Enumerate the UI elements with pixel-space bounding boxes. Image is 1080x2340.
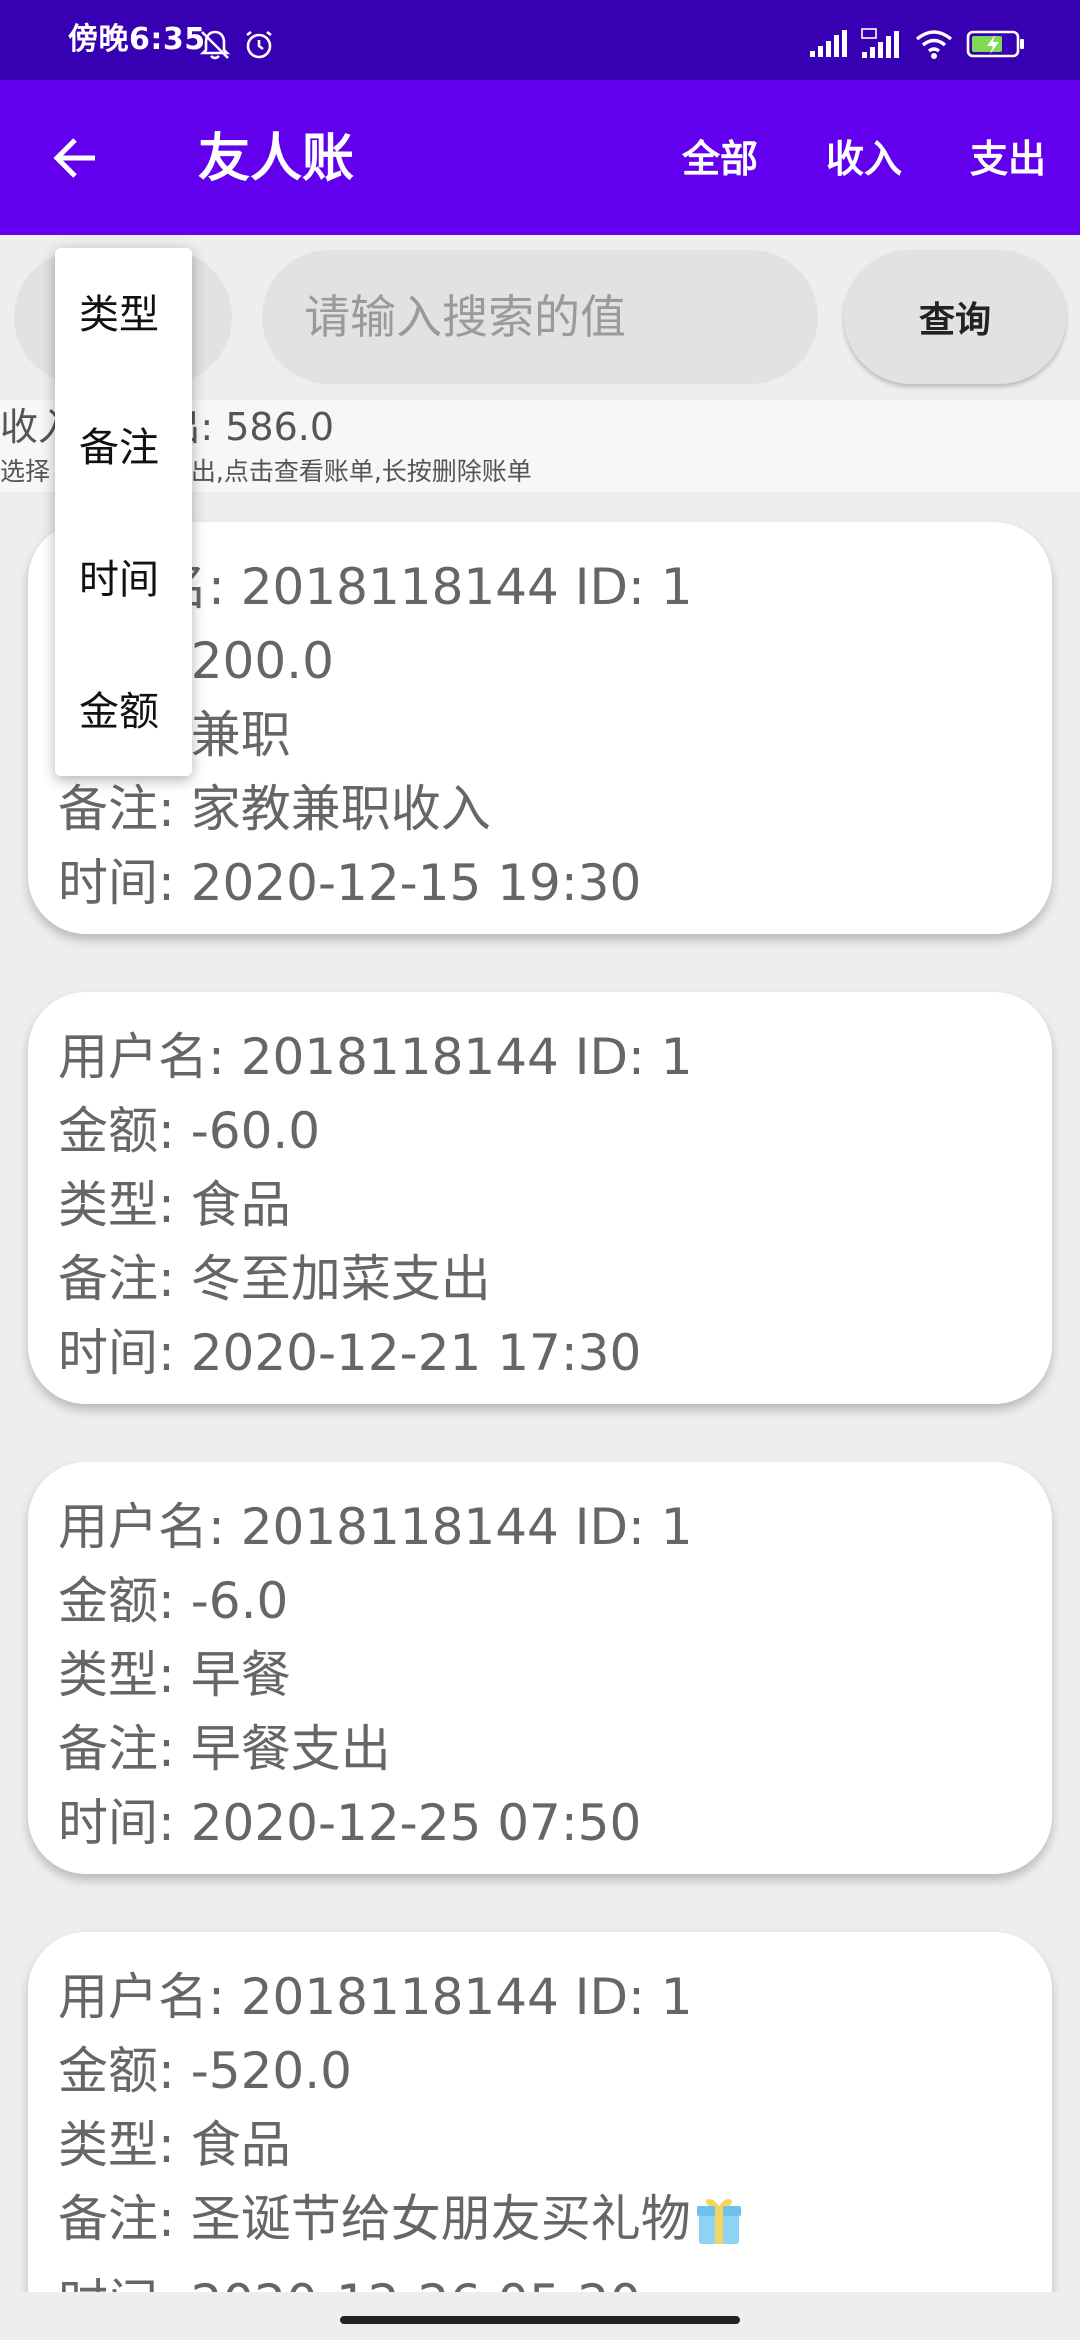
- status-right-icons: [808, 28, 1026, 60]
- bill-time: 时间: 2020-12-25 07:50: [58, 1794, 642, 1852]
- app-bar: 友人账 全部 收入 支出: [0, 80, 1080, 235]
- bill-note: 备注: 圣诞节给女朋友买礼物: [58, 2190, 691, 2248]
- bill-type: 类型: 兼职: [58, 706, 291, 764]
- filter-all-button[interactable]: 全部: [682, 130, 758, 188]
- bill-type: 类型: 早餐: [58, 1646, 291, 1704]
- bill-note-row: 备注: 圣诞节给女朋友买礼物: [58, 2182, 1022, 2266]
- bill-note: 备注: 冬至加菜支出: [58, 1250, 491, 1308]
- bill-user-id: 用户名: 2018118144 ID: 1: [58, 558, 693, 616]
- status-left-icons: [198, 28, 276, 62]
- bill-type: 类型: 食品: [58, 2116, 291, 2174]
- dropdown-option-type[interactable]: 类型: [79, 290, 159, 340]
- bill-time: 时间: 2020-12-15 19:30: [58, 854, 642, 912]
- dropdown-option-amount[interactable]: 金额: [79, 687, 159, 737]
- alarm-icon: [242, 28, 276, 62]
- bill-note: 备注: 家教兼职收入: [58, 780, 491, 838]
- bill-card[interactable]: 用户名: 2018118144 ID: 1 金额: -6.0 类型: 早餐 备注…: [28, 1462, 1052, 1874]
- dropdown-option-note[interactable]: 备注: [79, 423, 159, 473]
- back-button[interactable]: [40, 125, 110, 195]
- search-type-dropdown: 类型 备注 时间 金额: [55, 248, 192, 776]
- arrow-left-icon: [49, 132, 101, 188]
- battery-charging-icon: [966, 29, 1026, 59]
- dnd-bell-off-icon: [198, 28, 232, 62]
- filter-income-button[interactable]: 收入: [826, 130, 902, 188]
- bill-time: 时间: 2020-12-21 17:30: [58, 1324, 642, 1382]
- bill-amount: 金额: -520.0: [58, 2042, 352, 2100]
- filter-expense-button[interactable]: 支出: [970, 130, 1046, 188]
- search-input[interactable]: [262, 250, 818, 384]
- app-title: 友人账: [198, 129, 355, 189]
- query-button[interactable]: 查询: [844, 250, 1066, 384]
- bill-user-id: 用户名: 2018118144 ID: 1: [58, 1498, 693, 1556]
- status-time: 傍晚6:35: [68, 22, 206, 57]
- bill-amount: 金额: 200.0: [58, 632, 334, 690]
- bill-type: 类型: 食品: [58, 1176, 291, 1234]
- bill-card[interactable]: 用户名: 2018118144 ID: 1 金额: -520.0 类型: 食品 …: [28, 1932, 1052, 2292]
- navigation-area: [0, 2294, 1080, 2340]
- bill-amount: 金额: -60.0: [58, 1102, 321, 1160]
- hd-signal-icon: [860, 28, 902, 60]
- home-gesture-bar[interactable]: [340, 2316, 740, 2324]
- dropdown-option-time[interactable]: 时间: [79, 555, 159, 605]
- bill-user-id: 用户名: 2018118144 ID: 1: [58, 1968, 693, 2026]
- bill-user-id: 用户名: 2018118144 ID: 1: [58, 1028, 693, 1086]
- signal-icon: [808, 29, 848, 59]
- status-bar: 傍晚6:35: [0, 0, 1080, 80]
- wifi-icon: [914, 28, 954, 60]
- bill-amount: 金额: -6.0: [58, 1572, 289, 1630]
- bill-card[interactable]: 用户名: 2018118144 ID: 1 金额: -60.0 类型: 食品 备…: [28, 992, 1052, 1404]
- bill-time: 时间: 2020-12-26 05:20: [58, 2266, 1022, 2292]
- screen: 傍晚6:35 友人账 全部 收入 支出 请输入搜索的值 查询 收入 586.0 …: [0, 0, 1080, 2340]
- bill-note: 备注: 早餐支出: [58, 1720, 391, 1778]
- gift-icon: [695, 2192, 743, 2266]
